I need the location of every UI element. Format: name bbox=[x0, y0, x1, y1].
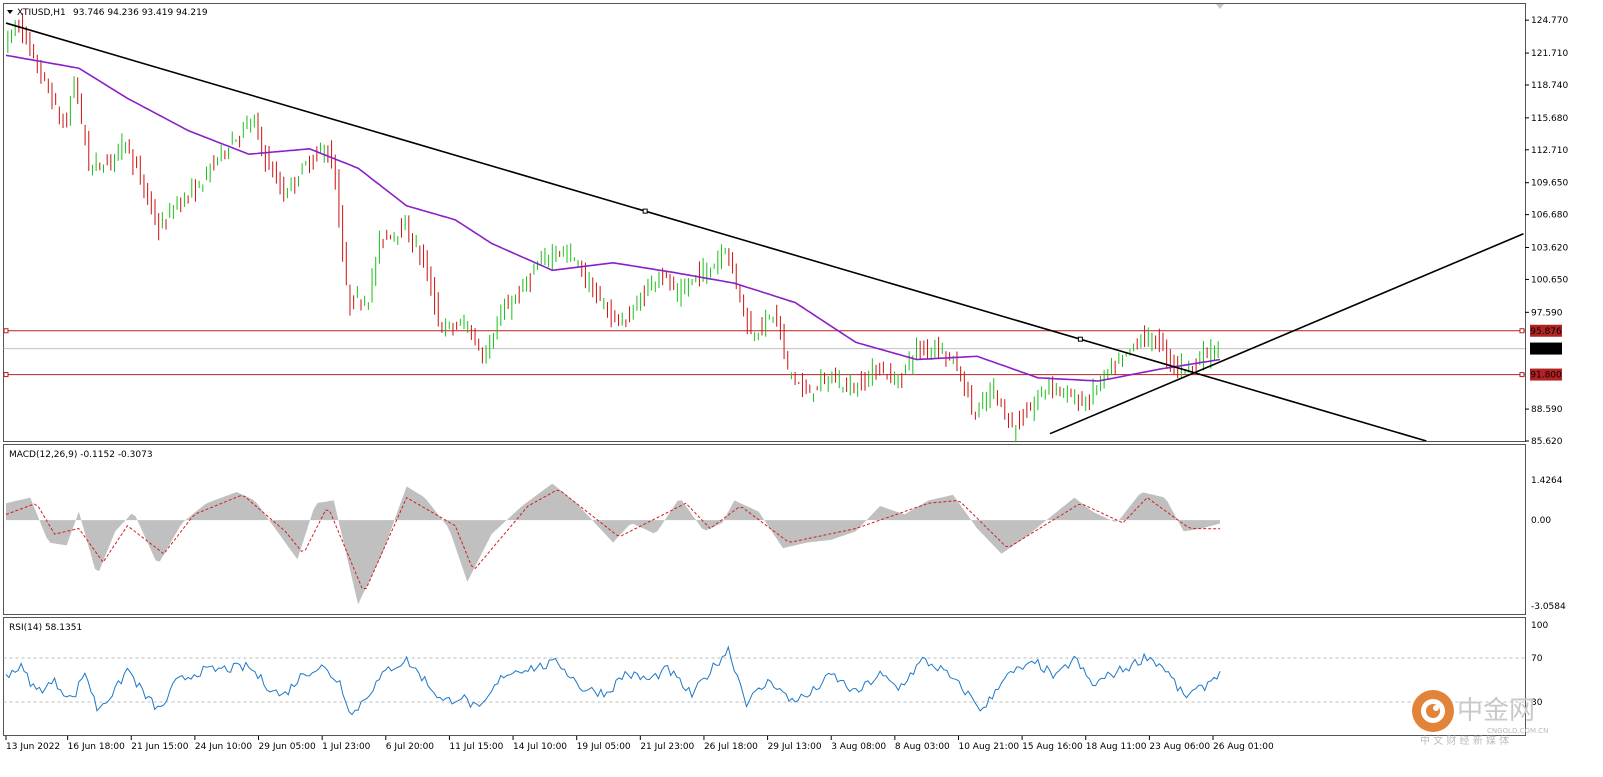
time-axis-label: 26 Aug 01:00 bbox=[1213, 742, 1274, 752]
watermark-subtitle: 中 文 财 经 新 媒 体 bbox=[1420, 734, 1509, 747]
watermark-name: 中金网 bbox=[1457, 696, 1535, 726]
watermark-site: CNGOLD.COM.CN bbox=[1487, 727, 1548, 735]
time-axis-label: 19 Jul 05:00 bbox=[577, 742, 631, 752]
level-handle-icon bbox=[3, 372, 9, 378]
time-axis-label: 13 Jun 2022 bbox=[6, 742, 60, 752]
level-handle-icon bbox=[3, 328, 9, 334]
time-axis-label: 3 Aug 08:00 bbox=[831, 742, 886, 752]
level-price-label: 91.800 bbox=[1530, 371, 1562, 381]
time-axis-label: 29 Jul 13:00 bbox=[768, 742, 822, 752]
macd-axis-label: -3.0584 bbox=[1531, 602, 1566, 612]
price-axis-label: 97.590 bbox=[1531, 308, 1563, 318]
time-axis-label: 18 Aug 11:00 bbox=[1086, 742, 1147, 752]
price-axis-label: 115.680 bbox=[1531, 114, 1568, 124]
time-axis-label: 15 Aug 16:00 bbox=[1022, 742, 1083, 752]
trendline-handle-icon bbox=[642, 208, 648, 214]
chart-symbol[interactable]: XTIUSD,H1 bbox=[17, 8, 66, 18]
chart-ohlc: 93.746 94.236 93.419 94.219 bbox=[73, 8, 208, 18]
price-axis-label: 103.620 bbox=[1531, 244, 1568, 254]
time-axis-label: 26 Jul 18:00 bbox=[704, 742, 758, 752]
time-axis-label: 29 Jun 05:00 bbox=[259, 742, 316, 752]
rsi-pane bbox=[3, 617, 1526, 736]
price-pane bbox=[3, 3, 1526, 442]
price-axis-label: 106.680 bbox=[1531, 211, 1568, 221]
rsi-title: RSI(14) 58.1351 bbox=[9, 623, 82, 633]
time-axis-label: 10 Aug 21:00 bbox=[958, 742, 1019, 752]
level-price-label: 95.876 bbox=[1530, 327, 1562, 337]
time-axis-label: 21 Jul 23:00 bbox=[640, 742, 694, 752]
time-axis-label: 8 Aug 03:00 bbox=[895, 742, 950, 752]
level-handle-icon bbox=[1519, 372, 1525, 378]
time-axis-label: 1 Jul 23:00 bbox=[322, 742, 371, 752]
price-axis-label: 118.740 bbox=[1531, 81, 1568, 91]
price-axis-label: 85.620 bbox=[1531, 437, 1563, 447]
chart-canvas[interactable]: 95.876 91.800 94.219 124.770 121.710 118.740 1… bbox=[0, 0, 1603, 777]
macd-title: MACD(12,26,9) -0.1152 -0.3073 bbox=[9, 450, 153, 460]
time-axis-label: 6 Jul 20:00 bbox=[386, 742, 435, 752]
time-axis-label: 16 Jun 18:00 bbox=[68, 742, 125, 752]
price-axis-label: 112.710 bbox=[1531, 146, 1568, 156]
rsi-axis-label: 70 bbox=[1531, 654, 1543, 664]
price-axis-label: 121.710 bbox=[1531, 49, 1568, 59]
macd-axis-label: 0.00 bbox=[1531, 516, 1551, 526]
macd-axis-label: 1.4264 bbox=[1531, 476, 1563, 486]
watermark-logo: 中金网 中 文 财 经 新 媒 体 CNGOLD.COM.CN bbox=[1412, 690, 1548, 747]
time-axis-label: 21 Jun 15:00 bbox=[131, 742, 188, 752]
trendline-handle-icon bbox=[1077, 336, 1083, 342]
rsi-axis-label: 100 bbox=[1531, 621, 1548, 631]
level-handle-icon bbox=[1519, 328, 1525, 334]
time-axis-label: 11 Jul 15:00 bbox=[449, 742, 503, 752]
price-axis-label: 124.770 bbox=[1531, 16, 1568, 26]
price-axis-label: 100.650 bbox=[1531, 275, 1568, 285]
macd-pane bbox=[3, 444, 1526, 615]
current-price-label: 94.219 bbox=[1530, 345, 1562, 355]
time-axis-label: 24 Jun 10:00 bbox=[195, 742, 252, 752]
time-axis-label: 14 Jul 10:00 bbox=[513, 742, 567, 752]
price-axis-label: 109.650 bbox=[1531, 179, 1568, 189]
time-axis-label: 23 Aug 06:00 bbox=[1149, 742, 1210, 752]
price-axis-label: 88.590 bbox=[1531, 405, 1563, 415]
